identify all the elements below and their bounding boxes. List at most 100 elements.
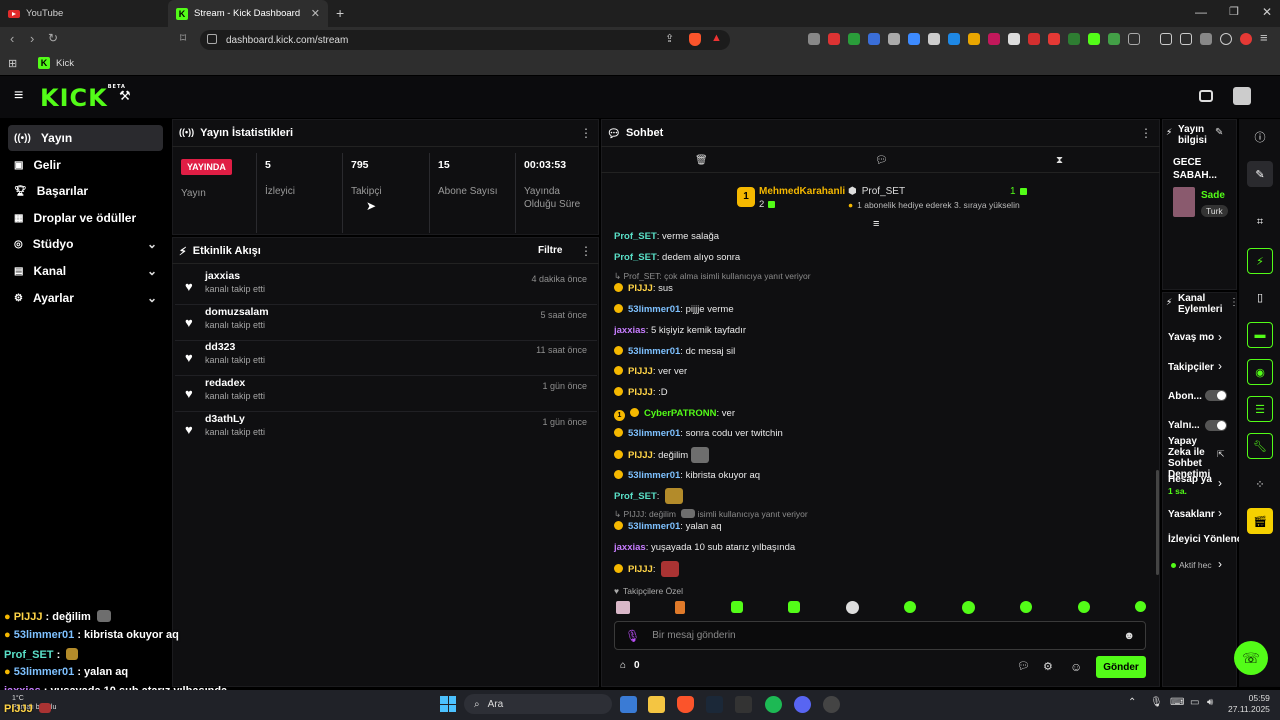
emote-only-toggle[interactable] [1205,420,1227,431]
brave-shield-icon[interactable] [689,33,701,46]
activity-item[interactable]: ♥ d3athLy kanalı takip etti 1 gün önce [175,413,597,448]
tab-kick-dashboard[interactable]: K Stream - Kick Dashboard ✕ [168,0,328,27]
maximize-icon[interactable]: ❐ [1229,5,1239,18]
chevron-right-icon[interactable]: › [1218,330,1222,344]
chat-username[interactable]: 53limmer01 [628,346,680,357]
lightning-icon[interactable]: ⚡︎ [1247,248,1273,274]
extension-icon[interactable] [1068,33,1080,45]
subscribers-only-toggle[interactable] [1205,390,1227,401]
share-icon[interactable]: ⇪ [665,32,674,45]
leaderboard-user[interactable]: MehmedKarahanli [759,186,845,197]
chat-username[interactable]: 53limmer01 [628,304,680,315]
extension-icon[interactable] [848,33,860,45]
extension-icon[interactable] [1048,33,1060,45]
activity-item[interactable]: ♥ domuzsalam kanalı takip etti 5 saat ön… [175,306,597,341]
sidebar-item-basarilar[interactable]: 🏆︎ Başarılar [8,178,163,204]
chevron-right-icon[interactable]: › [1218,557,1222,571]
emote-icon[interactable] [845,601,859,614]
extension-icon[interactable] [928,33,940,45]
url-field[interactable]: dashboard.kick.com/stream [200,30,730,50]
extension-icon[interactable] [828,33,840,45]
chat-username[interactable]: jaxxias [614,542,646,553]
broadcast-icon[interactable]: ◉ [1247,359,1273,385]
emote-icon[interactable] [675,601,686,614]
mobile-icon[interactable]: ▯ [1247,284,1273,310]
chat-username[interactable]: jaxxias [614,325,646,336]
sidebar-item-studyo[interactable]: ◎ Stüdyo ⌄ [8,231,163,257]
obs-icon[interactable] [823,696,840,713]
chat-username[interactable]: Prof_SET [614,252,657,263]
chat-username[interactable]: PIJJJ [628,387,653,398]
collapse-icon[interactable]: ≡ [873,218,879,230]
scan-icon[interactable]: ⌗ [1247,209,1273,235]
more-options-icon[interactable]: ⋮ [1229,297,1239,308]
emote-icon[interactable] [1077,601,1090,613]
chat-input[interactable]: 🎙︎ Bir mesaj gönderin ☻ [614,621,1146,650]
extension-icon[interactable] [968,33,980,45]
tab-youtube[interactable]: YouTube [0,0,168,27]
creator-tools-icon[interactable]: ⚒ [119,88,131,104]
action-slow-mode[interactable]: Yavaş mo [1168,332,1214,343]
site-info-icon[interactable] [207,34,217,44]
back-icon[interactable]: ‹ [10,31,14,46]
extension-icon[interactable] [808,33,820,45]
close-window-icon[interactable]: ✕ [1262,5,1272,19]
taskbar-search[interactable]: ⌕ Ara [464,694,612,714]
extension-icon[interactable] [1088,33,1100,45]
windows-start-icon[interactable] [440,696,456,712]
chat-username[interactable]: 53limmer01 [628,521,680,532]
chat-bubble-icon[interactable]: 💬︎ [1017,661,1030,672]
kick-logo[interactable]: KICKBETA [40,84,126,112]
chat-bubble-icon[interactable]: ▬ [1247,322,1273,348]
chat-username[interactable]: Prof_SET [614,231,657,242]
extension-icon[interactable] [1128,33,1140,45]
sidebar-toggle-icon[interactable] [1160,33,1172,45]
chat-username[interactable]: PIJJJ [628,366,653,377]
keyboard-icon[interactable]: ⌨ [1170,697,1184,708]
edit-icon[interactable]: ✎ [1247,161,1273,187]
apps-grid-icon[interactable]: ⊞ [8,57,17,70]
sidebar-item-gelir[interactable]: ▣ Gelir [8,152,163,178]
emote-icon[interactable] [1020,601,1033,613]
hamburger-menu-icon[interactable]: ≡ [14,87,23,105]
channel-points[interactable]: ⌂ 0 [620,660,640,671]
steam-icon[interactable] [706,696,723,713]
emote-picker-icon[interactable]: ☺ [1070,660,1082,674]
chat-username[interactable]: CyberPATRONN [644,408,717,419]
edit-icon[interactable]: ✎ [1215,127,1223,138]
chat-username[interactable]: 53limmer01 [628,428,680,439]
volume-icon[interactable]: 🔊︎ [1207,697,1213,708]
action-viewer-redirect[interactable]: İzleyici Yönlenc [1168,534,1242,545]
brave-rewards-icon[interactable]: ▲ [711,32,722,44]
sidebar-item-ayarlar[interactable]: ⚙ Ayarlar ⌄ [8,285,163,311]
extension-icon[interactable] [948,33,960,45]
close-tab-icon[interactable]: ✕ [311,7,320,20]
chat-username[interactable]: PIJJJ [628,564,653,575]
more-options-icon[interactable]: ⋮ [1140,126,1152,140]
epic-games-icon[interactable] [735,696,752,713]
sidebar-item-kanal[interactable]: ▤ Kanal ⌄ [8,258,163,284]
leo-icon[interactable] [1200,33,1212,45]
taskview-icon[interactable] [620,696,637,713]
send-button[interactable]: Gönder [1096,656,1146,678]
clapper-icon[interactable]: 🎬︎ [1247,508,1273,534]
menu-icon[interactable]: ≡ [1260,30,1268,45]
chat-mode-icon[interactable]: 💬︎ [875,155,888,166]
taskbar-clock[interactable]: 05:59 27.11.2025 [1228,693,1270,715]
chat-username[interactable]: PIJJJ [628,283,653,294]
discord-icon[interactable] [794,696,811,713]
avatar[interactable] [1233,87,1251,105]
extension-icon[interactable] [1108,33,1120,45]
microphone-icon[interactable]: 🎙︎ [1150,697,1163,708]
extension-icon[interactable] [908,33,920,45]
activity-item[interactable]: ♥ dd323 kanalı takip etti 11 saat önce [175,341,597,376]
external-link-icon[interactable]: ⇱ [1217,449,1225,460]
chat-scrollbar[interactable] [1156,470,1159,575]
emote-icon[interactable] [616,601,630,614]
extension-icon[interactable] [868,33,880,45]
microphone-icon[interactable]: 🎙︎ [625,629,640,643]
stream-manager-icon[interactable] [1199,90,1213,102]
more-options-icon[interactable]: ⋮ [580,126,592,140]
leaderboard-user-right[interactable]: ⬢ Prof_SET [848,186,905,197]
emoji-icon[interactable]: ☻ [1123,630,1135,642]
